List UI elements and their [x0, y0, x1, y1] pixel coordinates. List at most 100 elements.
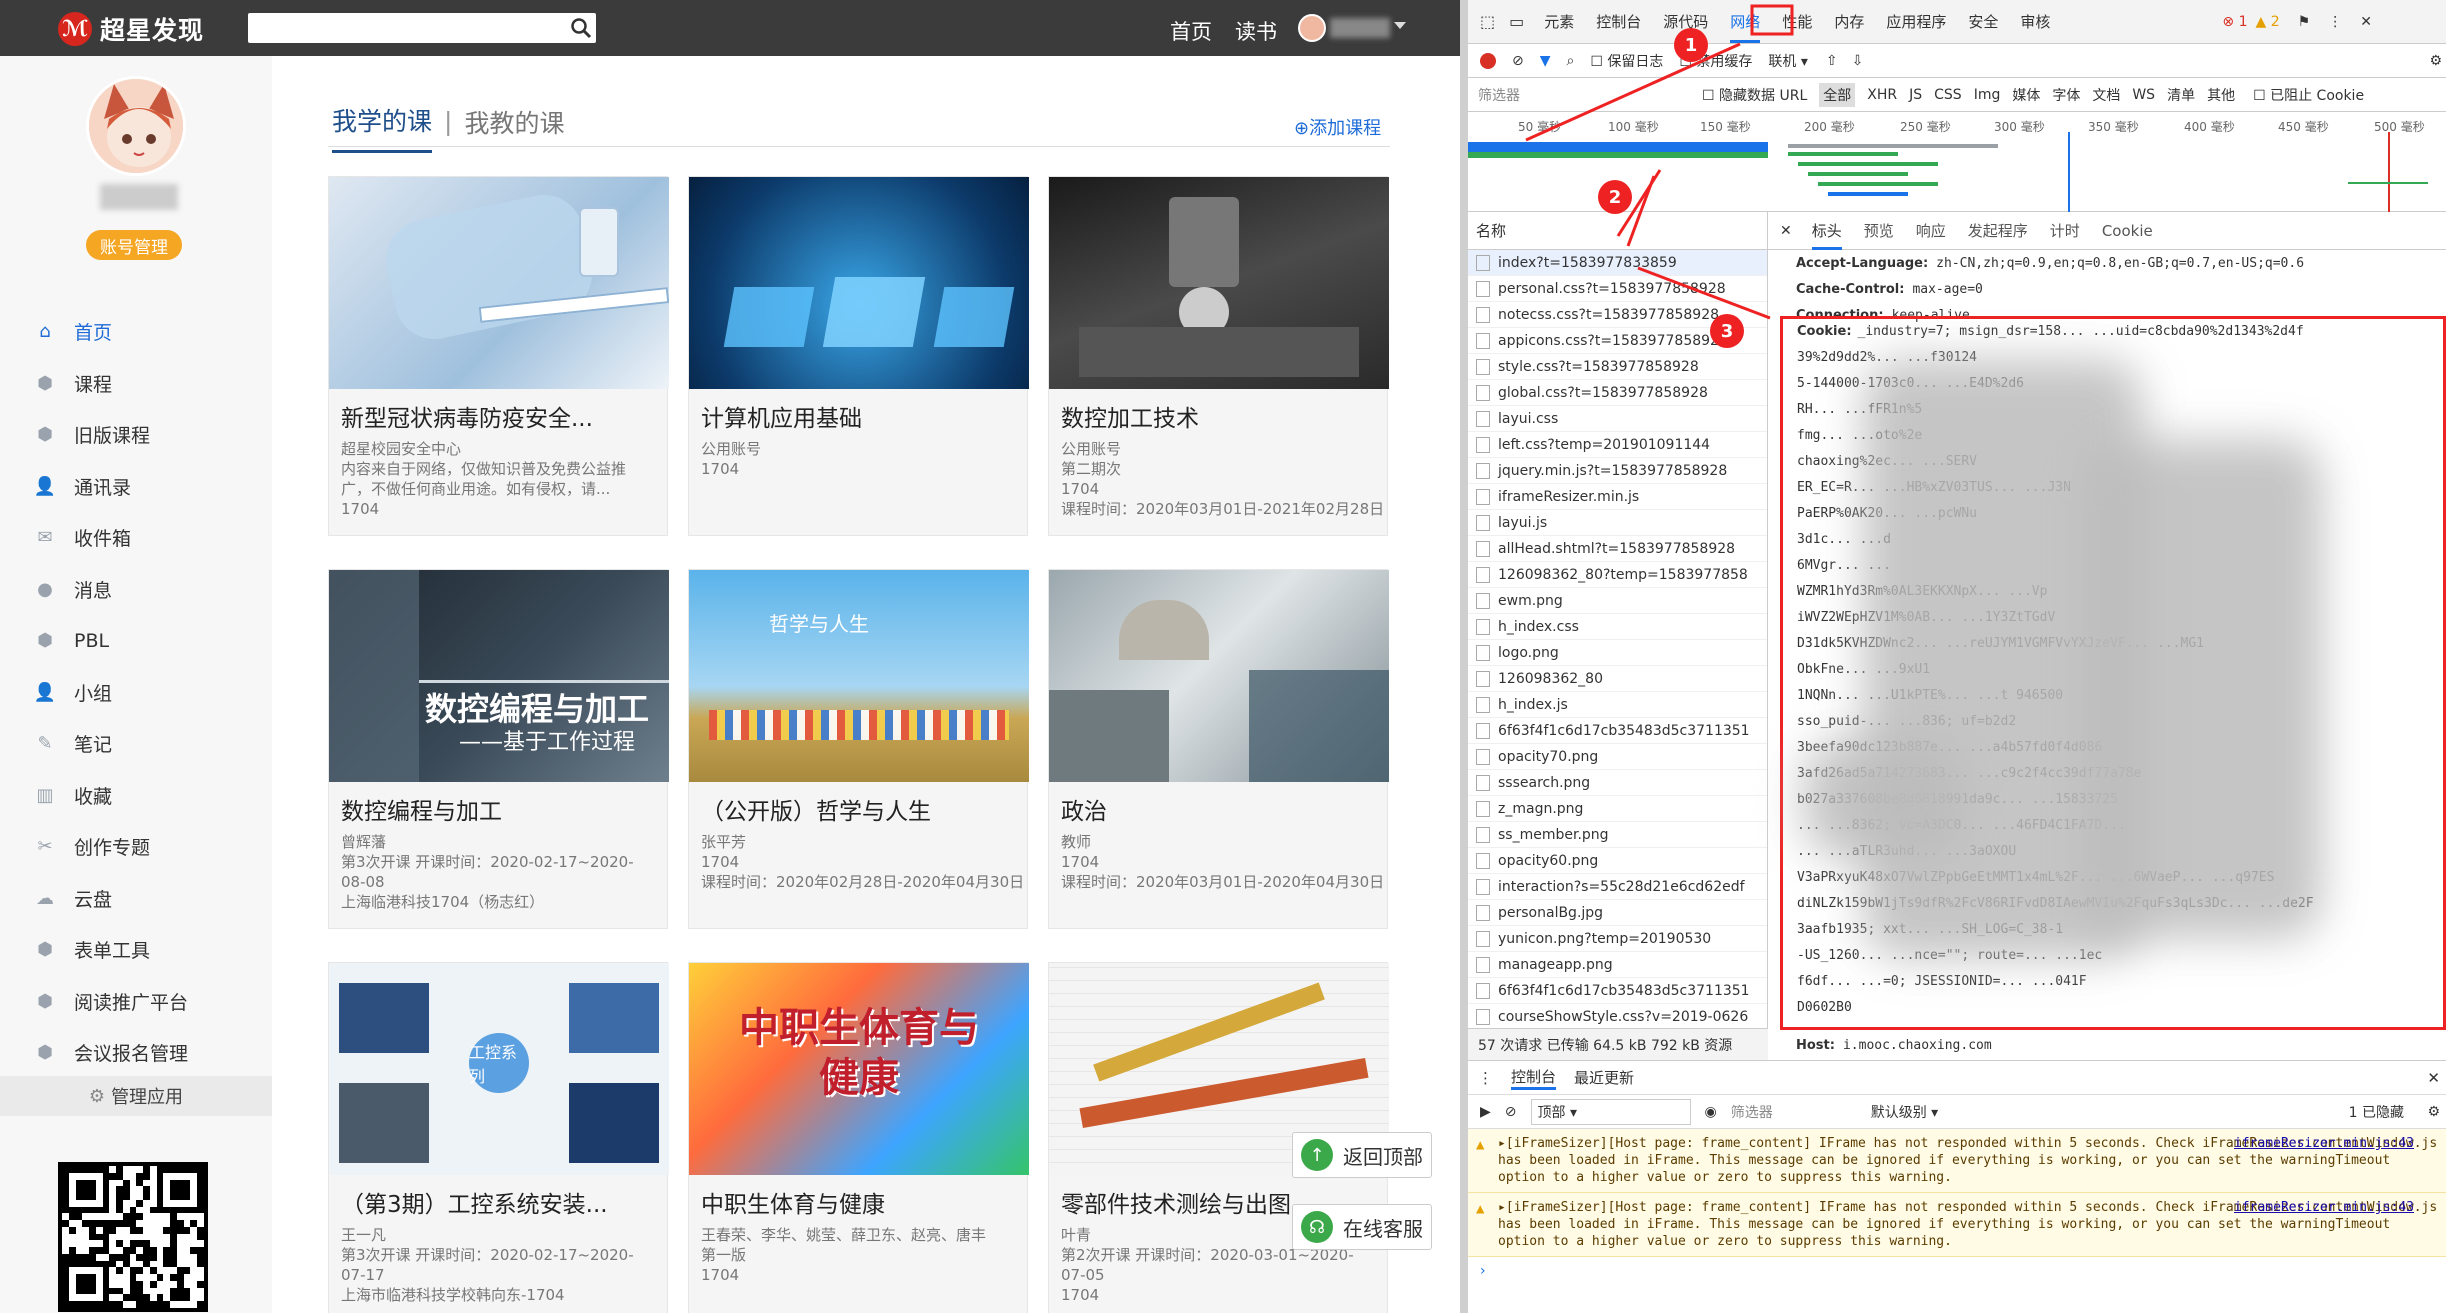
- export-icon[interactable]: ⇩: [1852, 53, 1864, 69]
- clear-icon[interactable]: ⊘: [1512, 53, 1524, 69]
- user-avatar[interactable]: [1298, 14, 1326, 42]
- source-link[interactable]: iframeResizer.min.js:43: [2234, 1199, 2414, 1216]
- request-row[interactable]: iframeResizer.min.js: [1468, 484, 1767, 510]
- filter-type-all[interactable]: 全部: [1819, 82, 1856, 107]
- request-row[interactable]: layui.css: [1468, 406, 1767, 432]
- course-title[interactable]: （第3期）工控系统安装...: [329, 1175, 667, 1225]
- request-row[interactable]: h_index.css: [1468, 614, 1767, 640]
- request-row[interactable]: jquery.min.js?t=1583977858928: [1468, 458, 1767, 484]
- add-course-button[interactable]: ⊕添加课程: [1294, 114, 1381, 140]
- source-link[interactable]: iframeResizer.min.js:43: [2234, 1135, 2414, 1152]
- tab-console-drawer[interactable]: 控制台: [1511, 1066, 1557, 1090]
- gear-icon[interactable]: ⚙: [2427, 1104, 2440, 1120]
- course-card[interactable]: 数控加工技术 公用账号 第二期次 1704 课程时间：2020年03月01日-2…: [1048, 176, 1389, 536]
- blocked-cookies-checkbox[interactable]: ☐ 已阻止 Cookie: [2253, 85, 2364, 105]
- course-card[interactable]: 数控编程与加工 ——基于工作过程 数控编程与加工 曾辉藩 第3次开课 开课时间：…: [328, 569, 669, 929]
- nav-read-link[interactable]: 读书: [1235, 16, 1277, 46]
- close-icon[interactable]: ✕: [2427, 1069, 2440, 1087]
- inspect-icon[interactable]: ⬚: [1480, 12, 1495, 31]
- course-title[interactable]: 数控编程与加工: [329, 782, 667, 832]
- manage-apps-button[interactable]: ⚙ 管理应用: [0, 1076, 272, 1116]
- sidebar-item-pbl[interactable]: ⬢ PBL: [0, 615, 272, 667]
- request-row[interactable]: opacity70.png: [1468, 744, 1767, 770]
- course-card[interactable]: 哲学与人生 （公开版）哲学与人生 张平芳 1704 课程时间：2020年02月2…: [688, 569, 1029, 929]
- filter-type-doc[interactable]: 文档: [2092, 85, 2120, 105]
- course-title[interactable]: 政治: [1049, 782, 1387, 832]
- request-row[interactable]: allHead.shtml?t=1583977858928: [1468, 536, 1767, 562]
- request-row[interactable]: personalBg.jpg: [1468, 900, 1767, 926]
- sidebar-item-old-course[interactable]: ⬢ 旧版课程: [0, 409, 272, 461]
- filter-type-other[interactable]: 其他: [2207, 85, 2235, 105]
- clear-icon[interactable]: ⊘: [1505, 1104, 1517, 1120]
- tab-preview[interactable]: 预览: [1864, 220, 1894, 241]
- filter-type-font[interactable]: 字体: [2052, 85, 2080, 105]
- course-title[interactable]: 计算机应用基础: [689, 389, 1027, 439]
- filter-type-media[interactable]: 媒体: [2012, 85, 2040, 105]
- sidebar-item-course[interactable]: ⬢ 课程: [0, 358, 272, 410]
- request-row[interactable]: layui.js: [1468, 510, 1767, 536]
- course-title[interactable]: （公开版）哲学与人生: [689, 782, 1027, 832]
- sidebar-item-meeting[interactable]: ⬢ 会议报名管理: [0, 1027, 272, 1079]
- request-row[interactable]: opacity60.png: [1468, 848, 1767, 874]
- request-row[interactable]: 6f63f4f1c6d17cb35483d5c3711351: [1468, 718, 1767, 744]
- more-icon[interactable]: ⋮: [1478, 1069, 1493, 1087]
- gear-icon[interactable]: ⚙: [2429, 53, 2442, 69]
- request-row[interactable]: index?t=1583977833859: [1468, 250, 1767, 276]
- site-logo[interactable]: ℳ 超星发现: [58, 12, 204, 46]
- filter-type-js[interactable]: JS: [1909, 87, 1922, 103]
- request-row[interactable]: manageapp.png: [1468, 952, 1767, 978]
- error-badge[interactable]: ⊗ 1: [2222, 14, 2247, 30]
- course-card[interactable]: 政治 教师 1704 课程时间：2020年03月01日-2020年04月30日: [1048, 569, 1389, 929]
- request-row[interactable]: yunicon.png?temp=20190530: [1468, 926, 1767, 952]
- back-to-top-button[interactable]: ↑ 返回顶部: [1292, 1132, 1432, 1178]
- request-row[interactable]: h_index.js: [1468, 692, 1767, 718]
- filter-type-css[interactable]: CSS: [1934, 87, 1962, 103]
- level-select[interactable]: 默认级别 ▾: [1871, 1102, 1938, 1122]
- course-title[interactable]: 数控加工技术: [1049, 389, 1387, 439]
- close-icon[interactable]: ✕: [1780, 223, 1792, 239]
- tab-network[interactable]: 网络: [1730, 11, 1761, 43]
- request-row[interactable]: 6f63f4f1c6d17cb35483d5c3711351: [1468, 978, 1767, 1004]
- tab-teaching[interactable]: 我教的课: [464, 104, 564, 152]
- hide-data-urls-checkbox[interactable]: ☐ 隐藏数据 URL: [1702, 85, 1807, 105]
- course-card[interactable]: 新型冠状病毒防疫安全... 超星校园安全中心 内容来自于网络，仅做知识普及免费公…: [328, 176, 669, 536]
- request-row[interactable]: 126098362_80: [1468, 666, 1767, 692]
- nav-home-link[interactable]: 首页: [1170, 16, 1212, 46]
- request-row[interactable]: sssearch.png: [1468, 770, 1767, 796]
- sidebar-item-home[interactable]: ⌂ 首页: [0, 306, 272, 358]
- tab-security[interactable]: 安全: [1968, 11, 1998, 32]
- search-icon[interactable]: ⌕: [1567, 53, 1575, 69]
- preserve-log-checkbox[interactable]: ☐ 保留日志: [1590, 51, 1663, 71]
- request-row[interactable]: left.css?temp=201901091144: [1468, 432, 1767, 458]
- request-list-header[interactable]: 名称: [1468, 212, 1767, 250]
- course-card[interactable]: 工控系列 （第3期）工控系统安装... 王一凡 第3次开课 开课时间：2020-…: [328, 962, 669, 1313]
- context-select[interactable]: 顶部 ▾: [1530, 1098, 1691, 1125]
- sidebar-item-favorite[interactable]: ▥ 收藏: [0, 770, 272, 822]
- sidebar-item-form[interactable]: ⬢ 表单工具: [0, 924, 272, 976]
- sidebar-item-create[interactable]: ✂ 创作专题: [0, 821, 272, 873]
- request-row[interactable]: courseShowStyle.css?v=2019-0626: [1468, 1004, 1767, 1030]
- tab-performance[interactable]: 性能: [1782, 11, 1812, 32]
- sidebar-toggle-icon[interactable]: ▶: [1480, 1104, 1491, 1120]
- tab-memory[interactable]: 内存: [1834, 11, 1864, 32]
- request-row[interactable]: ss_member.png: [1468, 822, 1767, 848]
- request-row[interactable]: 126098362_80?temp=1583977858: [1468, 562, 1767, 588]
- sidebar-item-note[interactable]: ✎ 笔记: [0, 718, 272, 770]
- close-icon[interactable]: ✕: [2360, 14, 2372, 30]
- course-card[interactable]: 计算机应用基础 公用账号 1704: [688, 176, 1029, 536]
- profile-avatar[interactable]: [86, 76, 186, 176]
- chevron-down-icon[interactable]: [1394, 22, 1406, 29]
- tab-audits[interactable]: 审核: [2020, 11, 2050, 32]
- console-filter-input[interactable]: 筛选器: [1731, 1102, 1851, 1122]
- warning-badge[interactable]: ▲ 2: [2256, 14, 2280, 30]
- filter-type-img[interactable]: Img: [1974, 87, 2001, 103]
- eye-icon[interactable]: ◉: [1705, 1104, 1717, 1120]
- tab-whats-new[interactable]: 最近更新: [1574, 1067, 1634, 1088]
- sidebar-item-reading[interactable]: ⬢ 阅读推广平台: [0, 976, 272, 1028]
- request-row[interactable]: personal.css?t=1583977858928: [1468, 276, 1767, 302]
- account-manage-button[interactable]: 账号管理: [86, 230, 182, 260]
- course-title[interactable]: 中职生体育与健康: [689, 1175, 1027, 1225]
- import-icon[interactable]: ⇧: [1826, 53, 1838, 69]
- more-icon[interactable]: ⋮: [2328, 14, 2342, 30]
- filter-icon[interactable]: ▼: [1540, 53, 1551, 69]
